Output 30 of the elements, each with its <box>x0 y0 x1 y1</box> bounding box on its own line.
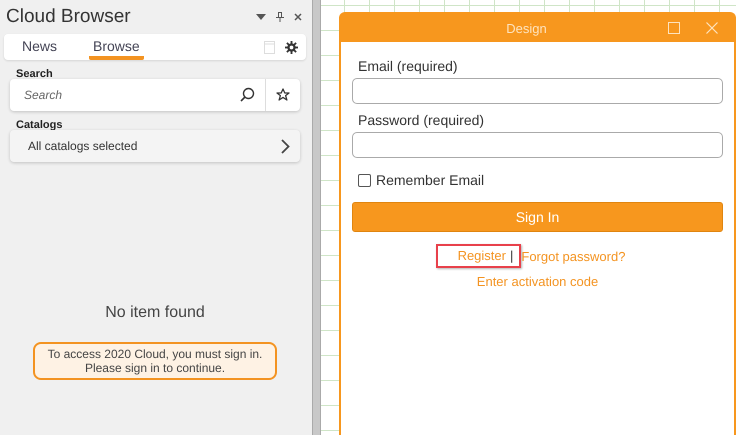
dialog-title: Design <box>505 20 548 36</box>
dropdown-icon[interactable] <box>256 14 266 20</box>
search-field[interactable]: Search <box>22 87 239 103</box>
star-icon[interactable] <box>276 88 290 102</box>
field-label: Password (required) <box>358 112 486 128</box>
input-field[interactable] <box>352 132 723 158</box>
field-label: Email (required) <box>358 58 459 74</box>
notice-text: To access 2020 Cloud, you must sign in. <box>48 347 262 361</box>
catalogs-selector[interactable]: All catalogs selected <box>10 130 300 162</box>
empty-message: No item found <box>105 304 205 322</box>
search-label: Search <box>16 68 54 80</box>
input-field[interactable] <box>352 78 723 104</box>
settings-icon[interactable] <box>285 40 298 54</box>
link-separator: | <box>510 248 514 263</box>
activation-code-link[interactable]: Enter activation code <box>476 274 598 289</box>
tab[interactable]: Browse <box>89 34 144 60</box>
catalogs-label: Catalogs <box>16 119 64 131</box>
register-link[interactable]: Register <box>458 248 506 263</box>
pin-icon[interactable] <box>276 12 284 22</box>
checkbox[interactable] <box>358 174 371 186</box>
sign-in-button[interactable]: Sign In <box>352 202 723 232</box>
search-icon[interactable] <box>239 87 255 103</box>
tab[interactable]: News <box>18 34 62 60</box>
search-bar[interactable]: Search <box>10 79 300 111</box>
panel-title: Cloud Browser <box>6 6 132 28</box>
checkbox-label: Remember Email <box>376 172 484 188</box>
close-icon[interactable] <box>294 13 302 21</box>
forgot-password-link[interactable]: Forgot password? <box>521 248 626 264</box>
notice-text: Please sign in to continue. <box>84 361 226 375</box>
chevron-right-icon <box>281 138 290 154</box>
